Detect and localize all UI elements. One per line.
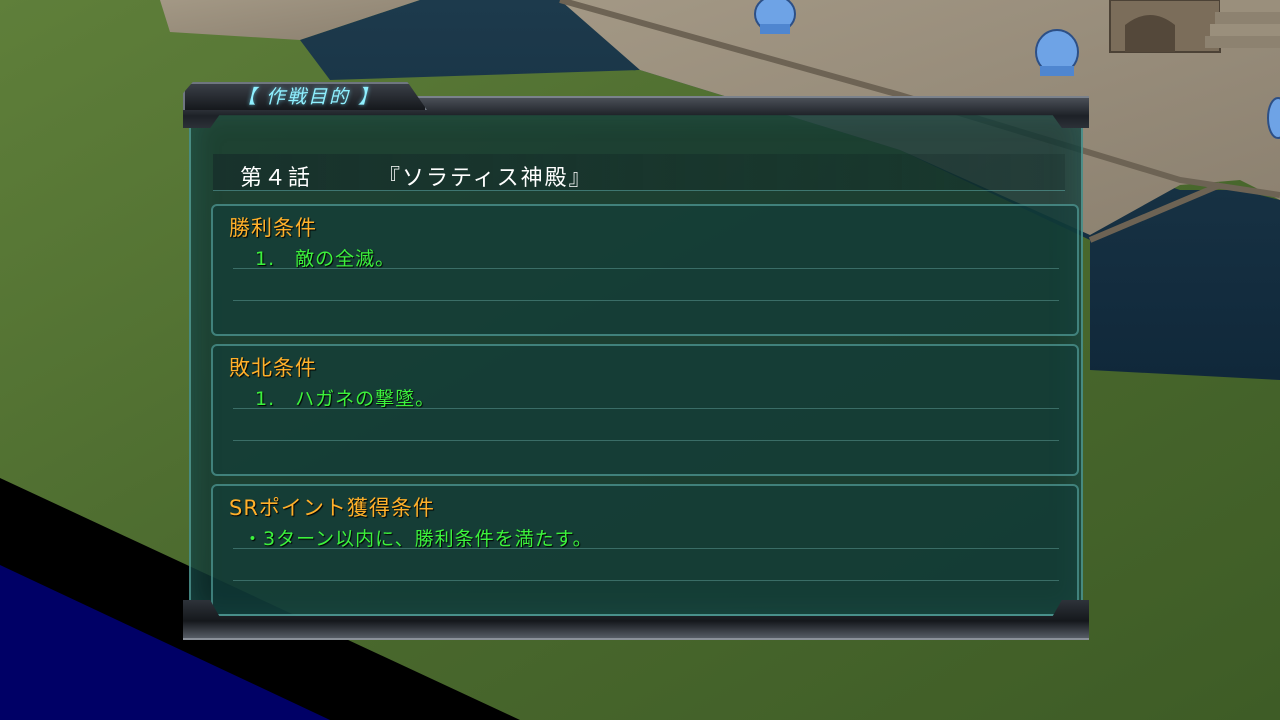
window-panel: 第４話 『ソラティス神殿』 勝利条件 1. 敵の全滅。 敗北条件 1. ハガネの… [189, 108, 1083, 616]
window-tab-label: 【 作戦目的 】 [237, 86, 380, 108]
stage-title-bar: 第４話 『ソラティス神殿』 [213, 154, 1065, 191]
row-divider [233, 580, 1059, 581]
condition-item: ・3ターン以内に、勝利条件を満たす。 [243, 528, 593, 550]
section-title: SRポイント獲得条件 [229, 496, 435, 520]
section-title: 敗北条件 [229, 356, 317, 380]
row-divider [233, 300, 1059, 301]
section-title: 勝利条件 [229, 216, 317, 240]
sr-point-conditions-section: SRポイント獲得条件 ・3ターン以内に、勝利条件を満たす。 [211, 484, 1079, 616]
enemy-unit-icon[interactable] [1267, 97, 1280, 139]
enemy-unit-icon[interactable] [1035, 29, 1079, 76]
row-divider [233, 548, 1059, 549]
stage-name: 『ソラティス神殿』 [378, 166, 593, 191]
enemy-unit-icon[interactable] [754, 0, 796, 34]
mission-objective-window: 第４話 『ソラティス神殿』 勝利条件 1. 敵の全滅。 敗北条件 1. ハガネの… [183, 82, 1089, 640]
condition-item: 1. ハガネの撃墜。 [255, 388, 436, 410]
episode-number: 第４話 [240, 166, 313, 191]
condition-item: 1. 敵の全滅。 [255, 248, 396, 270]
victory-conditions-section: 勝利条件 1. 敵の全滅。 [211, 204, 1079, 336]
row-divider [233, 440, 1059, 441]
defeat-conditions-section: 敗北条件 1. ハガネの撃墜。 [211, 344, 1079, 476]
row-divider [233, 408, 1059, 409]
row-divider [233, 268, 1059, 269]
